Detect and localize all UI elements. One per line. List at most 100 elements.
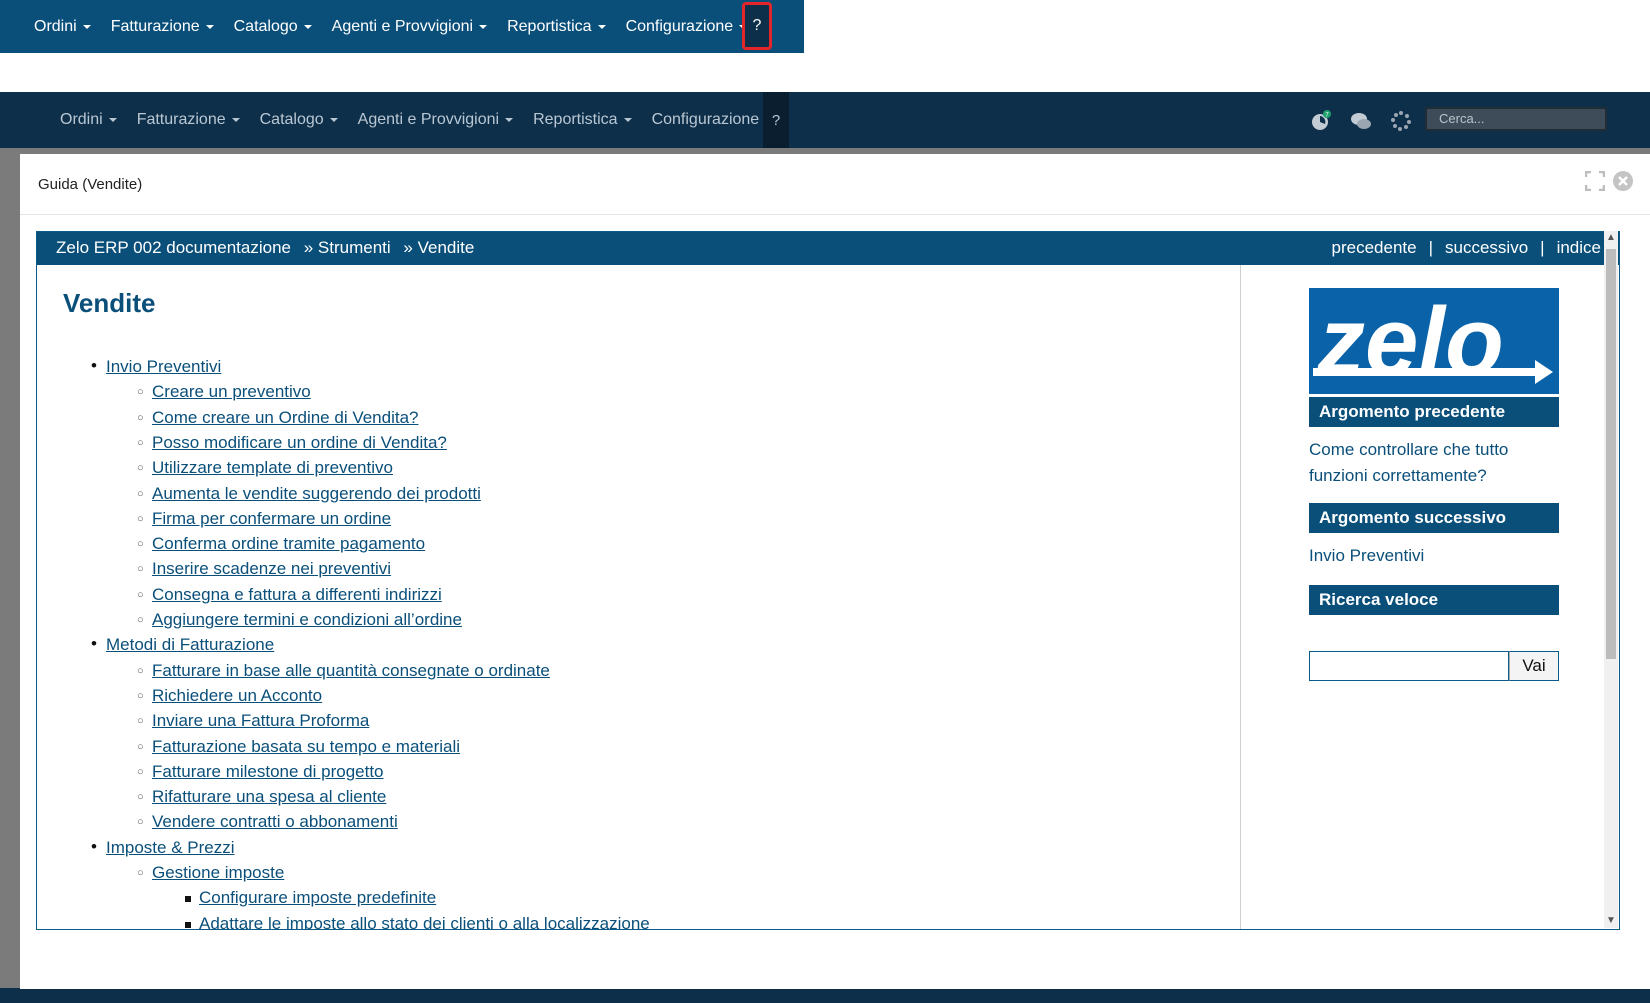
menu-label: Fatturazione [136,111,226,128]
breadcrumb-current: » Vendite [403,238,475,257]
menu-label: Reportistica [507,17,592,35]
snippet-navbar: Ordini Fatturazione Catalogo Agenti e Pr… [0,0,804,53]
toc-topic-link[interactable]: Fatturare milestone di progetto [137,762,383,782]
menu-label: Reportistica [533,111,618,128]
toc-topic-link[interactable]: Creare un preventivo [137,382,311,402]
zelo-logo: zelo [1309,288,1559,394]
scroll-thumb[interactable] [1606,249,1616,659]
caret-down-icon [231,118,240,122]
caret-down-icon [623,118,632,122]
scroll-down-icon[interactable]: ▼ [1604,914,1618,928]
caret-down-icon [205,24,214,29]
menu-label: Catalogo [259,111,324,128]
rel-links: precedente | successivo | indice [1332,238,1601,258]
menu-agenti[interactable]: Agenti e Provvigioni [357,111,514,129]
snippet-menu-configurazione[interactable]: Configurazione [626,18,748,36]
page-title: Vendite [63,288,156,318]
precedente-link[interactable]: precedente [1332,238,1417,257]
toc-topic-link[interactable]: Conferma ordine tramite pagamento [137,534,425,554]
doc-sidebar: zelo Argomento precedente Come controlla… [1309,265,1569,905]
close-icon[interactable] [1612,170,1634,192]
expand-icon[interactable] [1585,171,1605,191]
toc-topic-link[interactable]: Gestione imposte [137,863,284,883]
caret-down-icon [303,24,312,29]
next-topic-link[interactable]: Invio Preventivi [1309,543,1559,569]
toc-subtopic-link[interactable]: Configurare imposte predefinite [184,888,436,908]
backdrop-footer-strip [0,988,1650,1003]
toc-topic-link[interactable]: Utilizzare template di preventivo [137,458,393,478]
toc-section-link[interactable]: Metodi di Fatturazione [91,634,274,655]
toc-section-link[interactable]: Invio Preventivi [91,356,221,377]
caret-down-icon [505,118,514,122]
menu-label: Configurazione [651,111,760,128]
toc-topic-link[interactable]: Consegna e fattura a differenti indirizz… [137,585,442,605]
menu-label: Ordini [34,17,77,35]
doc-relbar: Zelo ERP 002 documentazione » Strumenti … [37,232,1619,265]
caret-down-icon [108,118,117,122]
activity-clock-icon[interactable]: 7 [1310,110,1332,132]
help-button[interactable]: ? [763,92,789,148]
menu-label: Catalogo [233,17,298,35]
toc-topic-link[interactable]: Come creare un Ordine di Vendita? [137,408,418,428]
menu-fatturazione[interactable]: Fatturazione [137,111,240,129]
toc-topic-link[interactable]: Vendere contratti o abbonamenti [137,812,398,832]
snippet-menu-agenti[interactable]: Agenti e Provvigioni [331,17,488,36]
toc-topic-link[interactable]: Fatturare in base alle quantità consegna… [137,661,550,681]
loading-spinner-icon [1391,111,1411,131]
toc-section-link[interactable]: Imposte & Prezzi [91,837,234,858]
breadcrumb-root-link[interactable]: Zelo ERP 002 documentazione [56,238,291,257]
caret-down-icon [479,24,488,29]
menu-configurazione[interactable]: Configurazione [652,111,774,129]
toc-topic-link[interactable]: Inviare una Fattura Proforma [137,711,369,731]
help-modal: Guida (Vendite) Zelo ERP 002 documentazi… [20,154,1650,989]
documentation-frame: Zelo ERP 002 documentazione » Strumenti … [36,231,1620,930]
separator: | [1428,238,1434,257]
menu-label: Agenti e Provvigioni [331,17,474,35]
global-search-input[interactable]: Cerca... [1425,107,1607,131]
successivo-link[interactable]: successivo [1445,238,1528,257]
snippet-menu-ordini[interactable]: Ordini [34,18,91,36]
quick-search-button[interactable]: Vai [1509,651,1559,681]
separator: | [1540,238,1545,257]
quick-search-input[interactable] [1309,651,1509,681]
menu-ordini[interactable]: Ordini [60,111,117,129]
toc-topic-link[interactable]: Posso modificare un ordine di Vendita? [137,433,447,453]
toc-subtopic-link[interactable]: Adattare le imposte allo stato dei clien… [185,914,650,929]
logo-text: zelo [1316,288,1504,394]
toc-topic-link[interactable]: Aggiungere termini e condizioni all’ordi… [137,610,462,630]
snippet-help-button[interactable]: ? [742,2,772,50]
menu-label: Ordini [60,111,103,128]
doc-scrollbar[interactable]: ▲ ▼ [1604,231,1618,928]
menu-label: Configurazione [625,17,734,35]
doc-content: Vendite Invio Preventivi Creare un preven… [37,265,1241,929]
snippet-menu-catalogo[interactable]: Catalogo [234,18,312,36]
snippet-menu-reportistica[interactable]: Reportistica [507,17,606,36]
menu-label: Agenti e Provvigioni [357,111,500,128]
next-topic-heading: Argomento successivo [1309,503,1559,533]
snippet-menu-fatturazione[interactable]: Fatturazione [111,18,214,36]
toc-topic-link[interactable]: Richiedere un Acconto [137,686,322,706]
modal-header: Guida (Vendite) [20,154,1650,215]
app-navbar: Ordini Fatturazione Catalogo Agenti e Pr… [0,92,1650,148]
scroll-up-icon[interactable]: ▲ [1604,231,1618,245]
toc-topic-link[interactable]: Rifatturare una spesa al cliente [137,787,386,807]
breadcrumb-strumenti-link[interactable]: » Strumenti [304,238,391,257]
toc-topic-link[interactable]: Aumenta le vendite suggerendo dei prodot… [137,484,481,504]
toc-topic-link[interactable]: Inserire scadenze nei preventivi [137,559,391,579]
quick-search-heading: Ricerca veloce [1309,585,1559,615]
prev-topic-heading: Argomento precedente [1309,397,1559,427]
caret-down-icon [329,118,338,122]
app-menu: Ordini Fatturazione Catalogo Agenti e Pr… [40,92,774,148]
prev-topic-link[interactable]: Come controllare che tutto funzioni corr… [1309,437,1559,489]
toc-topic-link[interactable]: Firma per confermare un ordine [137,509,391,529]
chat-icon[interactable] [1350,110,1372,132]
menu-reportistica[interactable]: Reportistica [533,111,632,129]
menu-label: Fatturazione [110,17,200,35]
indice-link[interactable]: indice [1557,238,1601,257]
breadcrumb: Zelo ERP 002 documentazione » Strumenti … [56,238,482,258]
caret-down-icon [597,24,606,29]
toc-topic-link[interactable]: Fatturazione basata su tempo e materiali [137,737,460,757]
caret-down-icon [82,24,91,29]
modal-title: Guida (Vendite) [38,176,143,193]
menu-catalogo[interactable]: Catalogo [260,111,338,129]
